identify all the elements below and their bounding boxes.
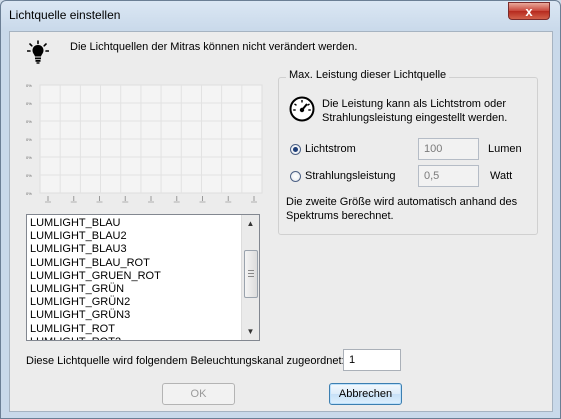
chart-y-tick-label: 0% xyxy=(26,155,32,160)
watt-unit: Watt xyxy=(490,170,513,182)
strahlungsleistung-label[interactable]: Strahlungsleistung xyxy=(305,170,396,182)
channel-input[interactable]: 1 xyxy=(343,349,401,371)
dialog-window: Lichtquelle einstellen x Die Lichtquelle… xyxy=(0,0,561,419)
channel-label: Diese Lichtquelle wird folgendem Beleuch… xyxy=(26,355,345,367)
list-item[interactable]: LUMLIGHT_GRÜN xyxy=(30,283,124,296)
list-item[interactable]: LUMLIGHT_GRÜN3 xyxy=(30,309,130,322)
dialog-client-area: Die Lichtquellen der Mitras können nicht… xyxy=(9,31,553,412)
info-text: Die Lichtquellen der Mitras können nicht… xyxy=(70,41,358,53)
power-description-line2: Strahlungsleistung eingestellt werden. xyxy=(322,112,508,124)
list-item[interactable]: LUMLIGHT_BLAU2 xyxy=(30,230,127,243)
scroll-up-button[interactable]: ▲ xyxy=(242,215,259,232)
chart-y-tick-label: 0% xyxy=(26,83,32,88)
power-note-line2: Spektrums berechnet. xyxy=(286,210,394,222)
strahlungsleistung-radio[interactable] xyxy=(290,171,301,182)
lichtstrom-radio[interactable] xyxy=(290,144,301,155)
power-description-line1: Die Leistung kann als Lichtstrom oder xyxy=(322,98,507,110)
power-description: Die Leistung kann als Lichtstrom oder St… xyxy=(322,97,532,125)
power-group-legend: Max. Leistung dieser Lichtquelle xyxy=(286,69,450,81)
cancel-button[interactable]: Abbrechen xyxy=(329,383,402,405)
list-item[interactable]: LUMLIGHT_BLAU xyxy=(30,217,120,230)
scroll-thumb[interactable] xyxy=(244,250,258,298)
list-item[interactable]: LUMLIGHT_BLAU_ROT xyxy=(30,257,150,270)
lumen-unit: Lumen xyxy=(488,143,522,155)
light-source-list[interactable]: LUMLIGHT_BLAU LUMLIGHT_BLAU2 LUMLIGHT_BLAU… xyxy=(26,214,260,341)
chart-y-tick-label: 0% xyxy=(26,173,32,178)
chart-y-tick-label: 0% xyxy=(26,119,32,124)
chart-y-tick-label: 0% xyxy=(26,101,32,106)
chart-y-tick-label: 0% xyxy=(26,137,32,142)
list-item[interactable]: LUMLIGHT_ROT xyxy=(30,323,115,336)
power-note-line1: Die zweite Größe wird automatisch anhand… xyxy=(286,196,518,208)
chart-y-tick-label: 0% xyxy=(26,191,32,196)
list-item[interactable]: LUMLIGHT_GRUEN_ROT xyxy=(30,270,161,283)
ok-button[interactable]: OK xyxy=(162,383,235,405)
power-note: Die zweite Größe wird automatisch anhand… xyxy=(286,195,536,223)
gauge-icon xyxy=(289,96,315,122)
watt-value-field[interactable]: 0,5 xyxy=(418,165,479,187)
lichtstrom-label[interactable]: Lichtstrom xyxy=(305,143,356,155)
lightbulb-icon xyxy=(27,40,49,64)
close-button[interactable]: x xyxy=(508,2,550,20)
title-bar[interactable]: Lichtquelle einstellen x xyxy=(1,1,560,31)
lumen-value-field[interactable]: 100 xyxy=(418,138,479,160)
list-item[interactable]: LUMLIGHT_ROT2 xyxy=(30,336,121,340)
list-scrollbar[interactable]: ▲ ▼ xyxy=(241,215,259,340)
window-title: Lichtquelle einstellen xyxy=(9,8,121,22)
scroll-down-button[interactable]: ▼ xyxy=(242,323,259,340)
list-item[interactable]: LUMLIGHT_BLAU3 xyxy=(30,243,127,256)
list-item[interactable]: LUMLIGHT_GRÜN2 xyxy=(30,296,130,309)
spectrum-chart: 0% 0% 0% 0% 0% 0% 0% xyxy=(26,83,263,203)
